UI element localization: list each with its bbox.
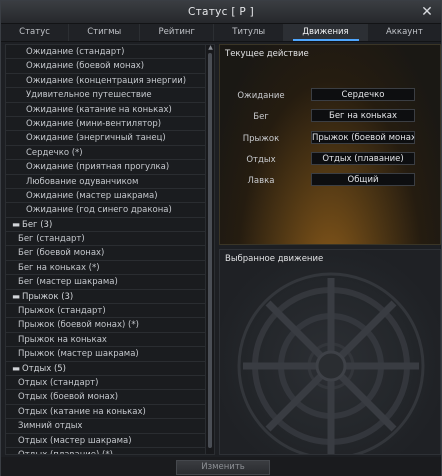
title-bar[interactable]: Статус [ P ] ✕ bbox=[1, 1, 441, 24]
tab-status[interactable]: Статус bbox=[1, 24, 70, 41]
motion-list-item[interactable]: Бег (мастер шакрама) bbox=[6, 275, 206, 290]
motion-list-item[interactable]: Любование одуванчиком bbox=[6, 175, 206, 189]
shop-value[interactable]: Общий bbox=[311, 173, 415, 186]
motion-group-label: Прыжок (3) bbox=[22, 291, 74, 302]
motion-group-label: Отдых (5) bbox=[22, 363, 67, 374]
motion-list-item[interactable]: Ожидание (мини-вентилятор) bbox=[6, 117, 206, 132]
current-action-heading: Текущее действие bbox=[225, 49, 309, 59]
motion-list-item[interactable]: Отдых (стандарт) bbox=[6, 376, 206, 391]
motion-list-scrollbar[interactable]: ▲ bbox=[205, 45, 214, 454]
jump-value[interactable]: Прыжок (боевой монах) bbox=[311, 131, 415, 144]
selected-motion-heading: Выбранное движение bbox=[225, 254, 324, 264]
current-action-panel: Текущее действие Ожидание Сердечко Бег Б… bbox=[219, 44, 441, 245]
tab-titles[interactable]: Титулы bbox=[214, 24, 285, 41]
motion-list-item[interactable]: Бег (стандарт) bbox=[6, 232, 206, 247]
motion-list-item[interactable]: Сердечко (*) bbox=[6, 146, 206, 161]
motion-list-item[interactable]: Ожидание (стандарт) bbox=[6, 45, 206, 60]
collapse-icon[interactable]: ▬ bbox=[12, 362, 20, 375]
motion-group-header[interactable]: ▬ Отдых (5) bbox=[6, 362, 206, 376]
motion-list-item[interactable]: Прыжок (мастер шакрама) bbox=[6, 347, 206, 362]
motion-group-header[interactable]: ▬ Бег (3) bbox=[6, 218, 206, 233]
collapse-icon[interactable]: ▬ bbox=[12, 290, 20, 303]
motion-list-item[interactable]: Зимний отдых bbox=[6, 419, 206, 434]
tab-account[interactable]: Аккаунт bbox=[368, 24, 441, 41]
run-label: Бег bbox=[253, 112, 269, 122]
scroll-up-icon[interactable]: ▲ bbox=[207, 45, 214, 51]
rest-value[interactable]: Отдых (плавание) bbox=[311, 152, 415, 165]
idle-value[interactable]: Сердечко bbox=[311, 88, 415, 101]
tab-rating[interactable]: Рейтинг bbox=[140, 24, 215, 41]
motion-list-item[interactable]: Ожидание (год синего дракона) bbox=[6, 203, 206, 218]
motion-list-item[interactable]: Отдых (катание на коньках) bbox=[6, 405, 206, 420]
run-value[interactable]: Бег на коньках bbox=[311, 109, 415, 122]
motion-group-label: Бег (3) bbox=[22, 219, 53, 230]
change-button[interactable]: Изменить bbox=[176, 460, 270, 475]
shop-label: Лавка bbox=[247, 176, 275, 186]
motion-list-item[interactable]: Ожидание (приятная прогулка) bbox=[6, 160, 206, 175]
motion-list-item[interactable]: Ожидание (боевой монах) bbox=[6, 59, 206, 74]
motion-list-item[interactable]: Бег на коньках (*) bbox=[6, 261, 206, 276]
motion-list-item[interactable]: Отдых (боевой монах) bbox=[6, 390, 206, 405]
bottom-bar: Изменить bbox=[1, 457, 441, 476]
motion-list-item[interactable]: Бег (боевой монах) bbox=[6, 246, 206, 261]
motion-list-item[interactable]: Ожидание (энергичный танец) bbox=[6, 131, 206, 146]
motion-list-item[interactable]: Ожидание (катание на коньках) bbox=[6, 103, 206, 117]
motion-list-item[interactable]: Прыжок (стандарт) bbox=[6, 304, 206, 319]
motion-list-item[interactable]: Удивительное путешествие bbox=[6, 88, 206, 103]
motion-list-item[interactable]: Прыжок на коньках bbox=[6, 333, 206, 348]
motion-list-item[interactable]: Отдых (плавание) (*) bbox=[6, 448, 206, 454]
status-window: Статус [ P ] ✕ Статус Стигмы Рейтинг Тит… bbox=[0, 0, 442, 476]
motion-list-panel: Ожидание (стандарт) Ожидание (боевой мона… bbox=[5, 44, 215, 455]
motion-list: Ожидание (стандарт) Ожидание (боевой мона… bbox=[6, 45, 206, 454]
motion-list-item[interactable]: Ожидание (мастер шакрама) bbox=[6, 189, 206, 204]
motion-group-header[interactable]: ▬ Прыжок (3) bbox=[6, 290, 206, 305]
motion-list-item[interactable]: Прыжок (боевой монах) (*) bbox=[6, 318, 206, 333]
window-title: Статус [ P ] bbox=[187, 6, 255, 18]
motion-list-item[interactable]: Отдых (мастер шакрама) bbox=[6, 434, 206, 448]
rest-label: Отдых bbox=[246, 155, 276, 165]
close-icon[interactable]: ✕ bbox=[419, 4, 435, 20]
tab-stigmas[interactable]: Стигмы bbox=[69, 24, 141, 41]
motion-list-item[interactable]: Ожидание (концентрация энергии) bbox=[6, 74, 206, 89]
tab-motions[interactable]: Движения bbox=[284, 24, 368, 41]
jump-label: Прыжок bbox=[242, 134, 280, 144]
tab-bar: Статус Стигмы Рейтинг Титулы Движения Ак… bbox=[1, 24, 441, 42]
emblem-graphic bbox=[237, 272, 425, 454]
selected-motion-panel: Выбранное движение bbox=[219, 249, 441, 455]
collapse-icon[interactable]: ▬ bbox=[12, 218, 20, 231]
idle-label: Ожидание bbox=[237, 91, 285, 101]
